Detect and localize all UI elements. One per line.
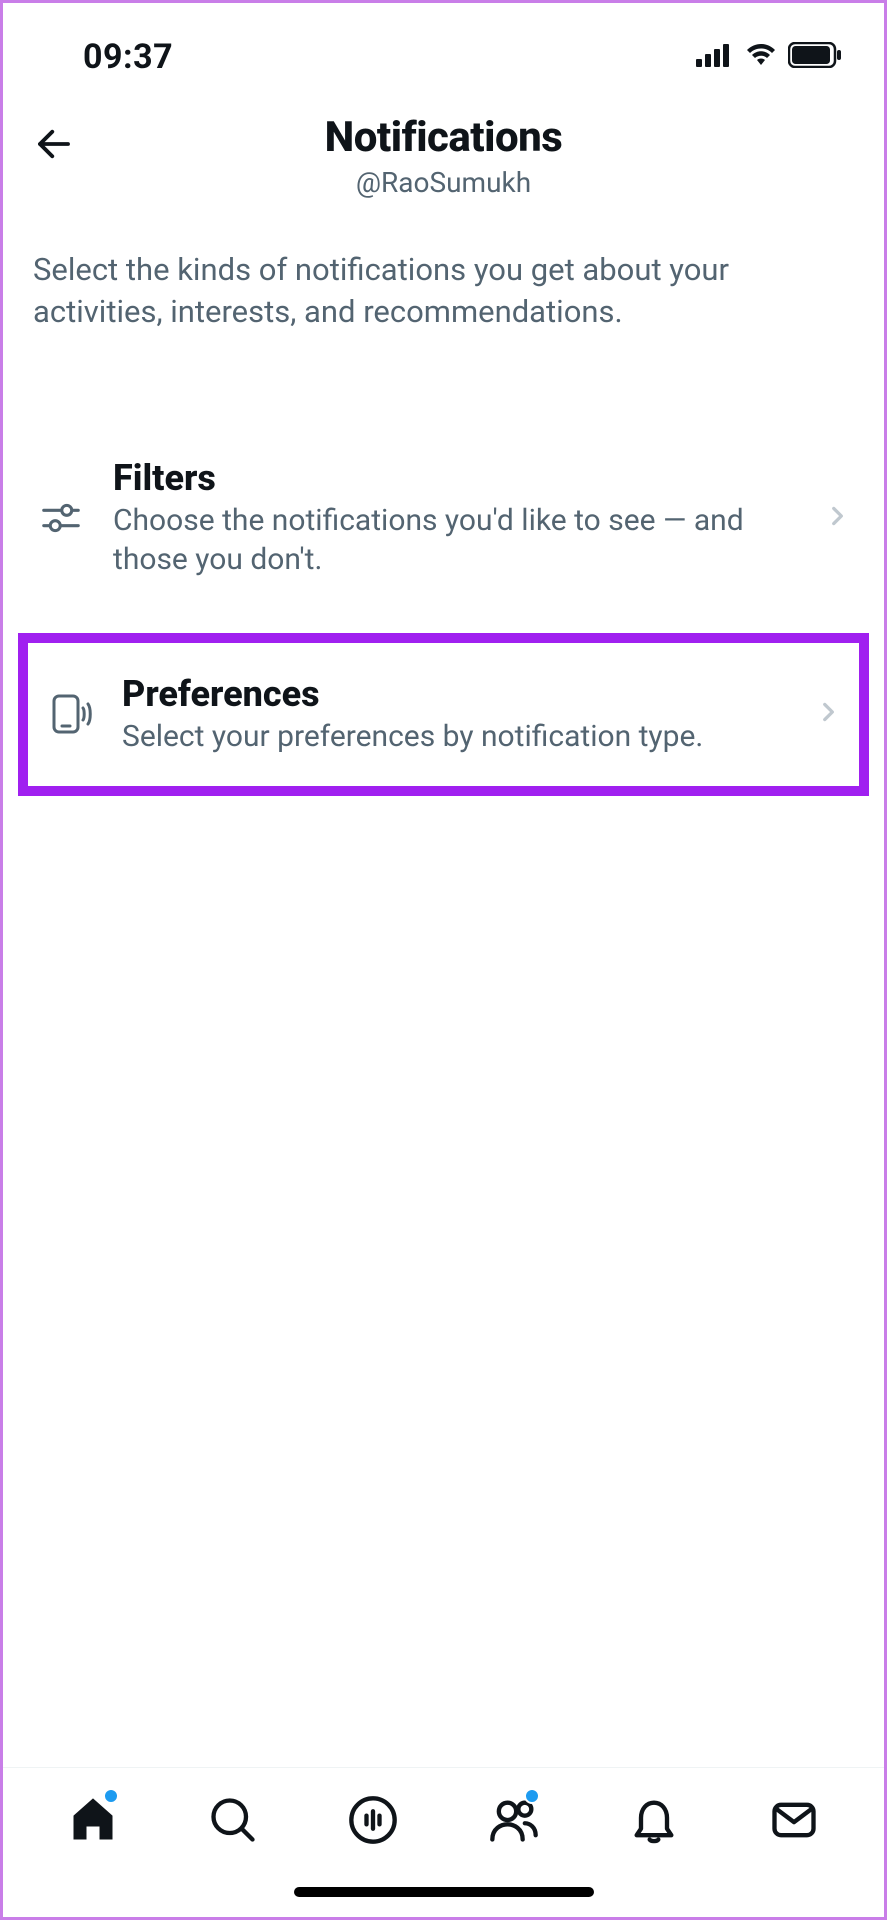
nav-spaces[interactable] xyxy=(343,1792,403,1852)
badge-dot xyxy=(103,1788,119,1804)
status-bar: 09:37 xyxy=(3,3,884,93)
wifi-icon xyxy=(744,43,778,71)
preferences-text: Preferences Select your preferences by n… xyxy=(122,673,791,756)
arrow-left-icon xyxy=(33,123,75,169)
filters-row[interactable]: Filters Choose the notifications you'd l… xyxy=(3,433,884,603)
chevron-right-icon xyxy=(824,503,854,533)
mail-icon xyxy=(768,1794,820,1850)
page-description: Select the kinds of notifications you ge… xyxy=(3,229,884,373)
filters-title: Filters xyxy=(113,457,800,499)
chevron-right-icon xyxy=(815,699,845,729)
nav-home[interactable] xyxy=(63,1792,123,1852)
phone-vibrate-icon xyxy=(42,690,98,738)
home-indicator[interactable] xyxy=(294,1887,594,1897)
page-header: Notifications @RaoSumukh xyxy=(3,93,884,229)
settings-list: Filters Choose the notifications you'd l… xyxy=(3,433,884,796)
filters-text: Filters Choose the notifications you'd l… xyxy=(113,457,800,579)
filters-desc: Choose the notifications you'd like to s… xyxy=(113,501,800,579)
page-username: @RaoSumukh xyxy=(33,166,854,199)
status-icons xyxy=(696,42,844,72)
battery-icon xyxy=(788,42,844,72)
cellular-icon xyxy=(696,43,734,71)
preferences-title: Preferences xyxy=(122,673,791,715)
nav-search[interactable] xyxy=(203,1792,263,1852)
search-icon xyxy=(207,1794,259,1850)
back-button[interactable] xyxy=(29,121,79,171)
nav-messages[interactable] xyxy=(764,1792,824,1852)
bell-icon xyxy=(628,1794,680,1850)
sliders-icon xyxy=(33,495,89,541)
nav-notifications[interactable] xyxy=(624,1792,684,1852)
status-time: 09:37 xyxy=(43,37,173,77)
badge-dot xyxy=(524,1788,540,1804)
preferences-desc: Select your preferences by notification … xyxy=(122,717,791,756)
nav-communities[interactable] xyxy=(484,1792,544,1852)
mic-icon xyxy=(347,1794,399,1850)
page-title: Notifications xyxy=(33,113,854,162)
preferences-row[interactable]: Preferences Select your preferences by n… xyxy=(18,633,869,796)
